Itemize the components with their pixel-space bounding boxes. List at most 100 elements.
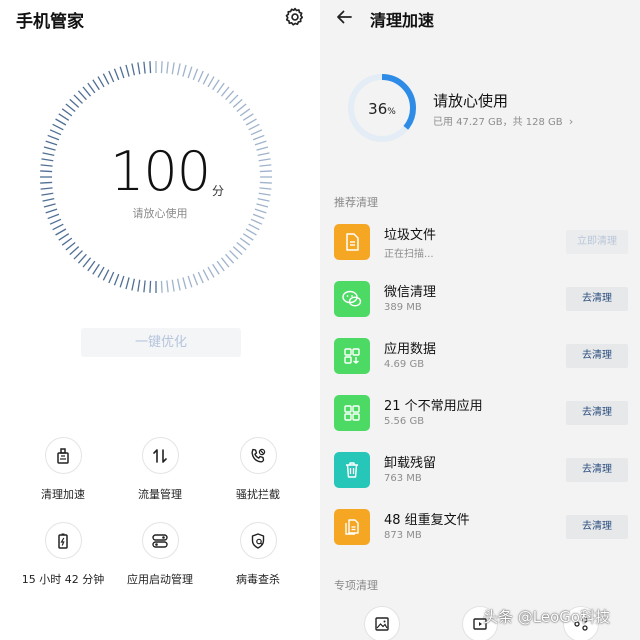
tool-harassment-block[interactable]: 骚扰拦截 bbox=[203, 437, 313, 502]
dial-tick bbox=[259, 170, 272, 173]
dial-tick bbox=[259, 164, 272, 167]
apps-grid-icon bbox=[334, 395, 370, 431]
dial-tick bbox=[125, 277, 130, 290]
go-clean-button[interactable]: 去清理 bbox=[566, 515, 628, 539]
list-item[interactable]: 应用数据 4.69 GB 去清理 bbox=[334, 334, 630, 378]
virus-scan-icon bbox=[251, 532, 265, 549]
dial-tick bbox=[113, 68, 120, 81]
dial-tick bbox=[176, 63, 181, 76]
dial-tick bbox=[160, 61, 163, 74]
score-unit: 分 bbox=[212, 184, 225, 198]
item-size: 389 MB bbox=[384, 302, 422, 313]
list-item[interactable]: 48 组重复文件 873 MB 去清理 bbox=[334, 505, 630, 549]
dial-tick bbox=[92, 79, 100, 91]
dial-tick bbox=[69, 246, 80, 256]
dial-tick bbox=[40, 181, 53, 184]
dial-tick bbox=[40, 164, 53, 167]
tool-virus-scan[interactable]: 病毒查杀 bbox=[203, 522, 313, 587]
app-toggle-icon bbox=[152, 533, 168, 548]
clean-now-button[interactable]: 立即清理 bbox=[566, 230, 628, 254]
duplicate-files-icon bbox=[334, 509, 370, 545]
tool-battery[interactable]: 15 小时 42 分钟 bbox=[8, 522, 118, 587]
dial-tick bbox=[236, 241, 247, 251]
list-item[interactable]: 垃圾文件 正在扫描... 立即清理 bbox=[334, 220, 630, 264]
item-name: 微信清理 bbox=[384, 285, 437, 300]
phone-manager-panel: 手机管家 100 分 请放心使用 一键优化 清理加速 流量管理 骚扰拦截 15 … bbox=[0, 0, 320, 640]
list-item[interactable]: 21 个不常用应用 5.56 GB 去清理 bbox=[334, 391, 630, 435]
dial-tick bbox=[143, 61, 146, 74]
go-clean-button[interactable]: 去清理 bbox=[566, 287, 628, 311]
dial-tick bbox=[252, 134, 265, 141]
tool-data-management[interactable]: 流量管理 bbox=[105, 437, 215, 502]
dial-tick bbox=[239, 108, 251, 117]
list-item[interactable]: 微信清理 389 MB 去清理 bbox=[334, 277, 630, 321]
gear-icon[interactable] bbox=[284, 6, 306, 28]
item-size: 763 MB bbox=[384, 473, 422, 484]
dial-tick bbox=[207, 266, 215, 278]
dial-tick bbox=[171, 279, 175, 292]
go-clean-button[interactable]: 去清理 bbox=[566, 344, 628, 368]
dial-tick bbox=[137, 279, 141, 292]
dial-tick bbox=[225, 90, 235, 101]
dial-tick bbox=[45, 140, 58, 146]
dial-tick bbox=[232, 246, 243, 256]
dial-tick bbox=[40, 170, 53, 173]
storage-usage-link[interactable]: 已用 47.27 GB，共 128 GB › bbox=[433, 113, 573, 128]
storage-percent: 36% bbox=[346, 100, 418, 118]
image-clean-icon[interactable] bbox=[364, 606, 400, 640]
dial-tick bbox=[197, 70, 204, 83]
tool-label: 骚扰拦截 bbox=[236, 488, 280, 501]
item-size: 873 MB bbox=[384, 530, 422, 541]
dial-tick bbox=[245, 228, 257, 236]
dial-tick bbox=[212, 79, 220, 91]
dial-tick bbox=[87, 82, 96, 94]
dial-tick bbox=[229, 250, 239, 260]
storage-percent-symbol: % bbox=[387, 107, 396, 117]
one-key-optimize-button[interactable]: 一键优化 bbox=[81, 328, 241, 357]
dial-tick bbox=[73, 94, 83, 104]
storage-usage-text: 已用 47.27 GB，共 128 GB bbox=[433, 117, 563, 128]
dial-tick bbox=[259, 181, 272, 184]
dial-tick bbox=[256, 146, 269, 151]
storage-status-title: 请放心使用 bbox=[433, 92, 509, 110]
dial-tick bbox=[166, 61, 169, 74]
list-item[interactable]: 卸载残留 763 MB 去清理 bbox=[334, 448, 630, 492]
app-title: 手机管家 bbox=[16, 12, 84, 32]
dial-tick bbox=[42, 152, 55, 157]
dial-tick bbox=[149, 280, 152, 293]
item-size: 5.56 GB bbox=[384, 416, 425, 427]
section-recommended: 推荐清理 bbox=[334, 196, 378, 209]
tool-clean-speedup[interactable]: 清理加速 bbox=[8, 437, 118, 502]
tool-label: 15 小时 42 分钟 bbox=[21, 573, 105, 586]
dial-tick bbox=[248, 223, 260, 231]
item-name: 卸载残留 bbox=[384, 456, 437, 471]
dial-tick bbox=[202, 269, 210, 281]
storage-percent-value: 36 bbox=[368, 100, 388, 118]
dial-tick bbox=[171, 62, 175, 75]
dial-tick bbox=[108, 70, 115, 83]
tool-label: 应用启动管理 bbox=[127, 573, 193, 586]
item-size: 正在扫描... bbox=[384, 249, 434, 260]
dial-tick bbox=[55, 118, 67, 126]
dial-tick bbox=[43, 146, 56, 151]
broom-icon bbox=[57, 447, 69, 464]
dial-tick bbox=[41, 158, 54, 162]
back-arrow-icon[interactable] bbox=[334, 7, 354, 27]
go-clean-button[interactable]: 去清理 bbox=[566, 458, 628, 482]
app-data-icon bbox=[334, 338, 370, 374]
dial-tick bbox=[119, 275, 125, 288]
phone-block-icon bbox=[251, 448, 266, 463]
item-name: 应用数据 bbox=[384, 342, 437, 357]
dial-tick bbox=[182, 64, 187, 77]
tool-app-launch[interactable]: 应用启动管理 bbox=[105, 522, 215, 587]
dial-tick bbox=[220, 257, 230, 268]
dial-tick bbox=[55, 228, 67, 236]
wechat-icon bbox=[334, 281, 370, 317]
data-transfer-icon bbox=[153, 448, 167, 463]
dial-tick bbox=[42, 197, 55, 202]
score-value: 100 bbox=[110, 140, 211, 203]
dial-tick bbox=[225, 253, 235, 264]
dial-tick bbox=[250, 129, 263, 136]
tool-label: 病毒查杀 bbox=[236, 573, 280, 586]
go-clean-button[interactable]: 去清理 bbox=[566, 401, 628, 425]
